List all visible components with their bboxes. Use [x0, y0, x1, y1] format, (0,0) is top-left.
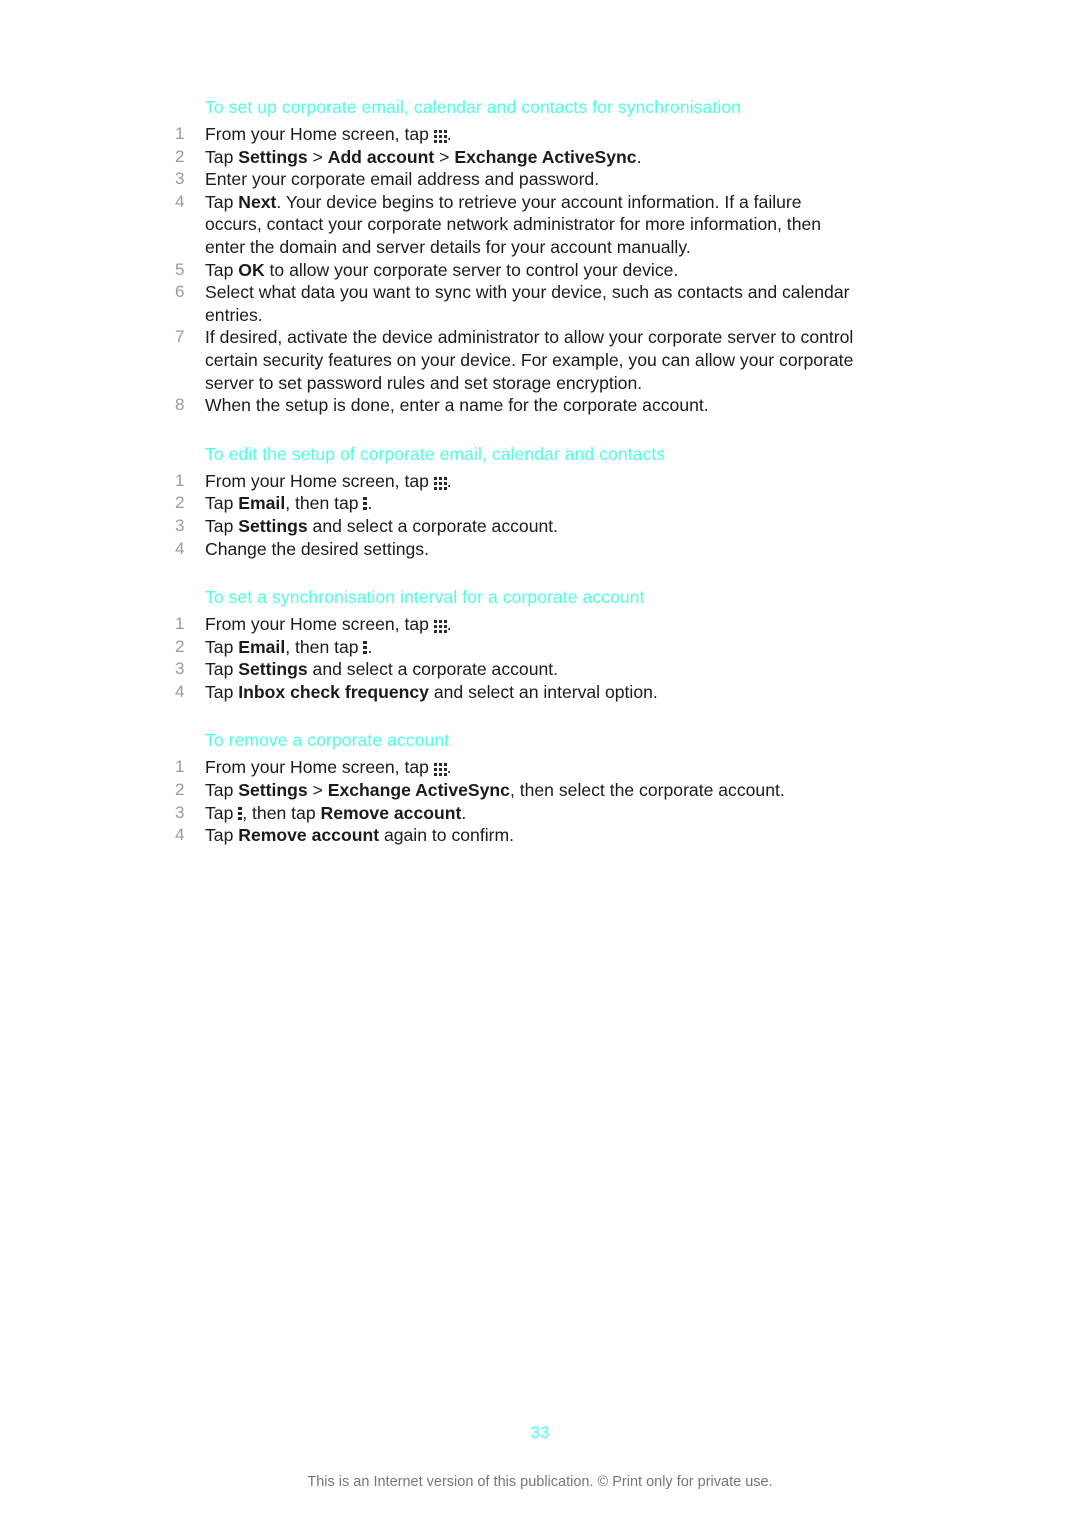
step-text: Tap: [205, 515, 239, 536]
step-item: Tap Email, then tap .: [175, 636, 855, 659]
step-text: >: [307, 780, 328, 801]
step-text: Tap: [205, 191, 239, 212]
step-text: . Your device begins to retrieve your ac…: [205, 191, 822, 257]
step-text: .: [367, 493, 373, 514]
step-text: Change the desired settings.: [205, 538, 429, 559]
instruction-section: To set up corporate email, calendar and …: [175, 96, 855, 417]
app-drawer-grid-icon: [433, 618, 447, 634]
step-text: , then tap: [285, 493, 364, 514]
instruction-section: To remove a corporate account From your H…: [175, 729, 855, 846]
step-text: , then select the corporate account.: [509, 780, 785, 801]
step-item: Tap Email, then tap .: [175, 492, 855, 515]
instruction-section: To set a synchronisation interval for a …: [175, 586, 855, 703]
step-text: Tap: [205, 780, 239, 801]
ui-element-name: Exchange ActiveSync: [454, 146, 637, 167]
step-item: From your Home screen, tap .: [175, 756, 855, 779]
ui-element-name: Settings: [238, 780, 308, 801]
step-item: Tap Next. Your device begins to retrieve…: [175, 191, 855, 259]
step-text: , then tap: [242, 802, 321, 823]
step-text: Tap: [205, 659, 239, 680]
page-content: To set up corporate email, calendar and …: [175, 96, 855, 847]
step-text: From your Home screen, tap: [205, 124, 434, 144]
ui-element-name: Add account: [327, 146, 435, 167]
instruction-section: To edit the setup of corporate email, ca…: [175, 443, 855, 560]
step-text: >: [434, 146, 455, 167]
step-item: When the setup is done, enter a name for…: [175, 394, 855, 417]
ui-element-name: Remove account: [320, 802, 462, 823]
step-text: Tap: [205, 259, 239, 280]
step-text: Tap: [205, 636, 239, 657]
ui-element-name: Settings: [238, 659, 308, 680]
step-text: .: [446, 614, 452, 635]
ui-element-name: Inbox check frequency: [238, 681, 429, 702]
overflow-menu-icon: [238, 806, 243, 820]
section-heading: To edit the setup of corporate email, ca…: [205, 443, 666, 464]
app-drawer-grid-icon: [433, 761, 447, 777]
step-text: >: [307, 146, 328, 167]
step-text: When the setup is done, enter a name for…: [205, 395, 709, 416]
ui-element-name: Exchange ActiveSync: [327, 780, 510, 801]
step-text: to allow your corporate server to contro…: [264, 259, 679, 280]
step-text: Enter your corporate email address and p…: [205, 169, 600, 190]
step-item: Enter your corporate email address and p…: [175, 168, 855, 191]
step-text: Tap: [205, 681, 239, 702]
step-item: Tap Inbox check frequency and select an …: [175, 681, 855, 704]
step-text: .: [446, 757, 452, 778]
ui-element-name: Settings: [238, 515, 308, 536]
step-text: From your Home screen, tap: [205, 470, 434, 491]
step-list: From your Home screen, tap . Tap Email, t…: [175, 613, 855, 703]
step-text: From your Home screen, tap: [205, 614, 434, 635]
step-text: Tap: [205, 493, 239, 514]
step-text: and select a corporate account.: [307, 515, 559, 536]
step-text: Tap: [205, 825, 239, 846]
section-heading: To remove a corporate account: [205, 730, 450, 751]
ui-element-name: Settings: [238, 146, 308, 167]
page-number: 33: [530, 1423, 550, 1442]
step-item: Tap , then tap Remove account.: [175, 802, 855, 825]
step-text: Tap: [205, 146, 239, 167]
step-item: From your Home screen, tap .: [175, 123, 855, 146]
step-text: , then tap: [285, 636, 364, 657]
ui-element-name: Remove account: [238, 825, 380, 846]
step-item: Tap OK to allow your corporate server to…: [175, 259, 855, 282]
overflow-menu-icon: [363, 640, 368, 654]
step-text: .: [636, 146, 642, 167]
ui-element-name: OK: [238, 259, 265, 280]
step-item: Tap Settings and select a corporate acco…: [175, 658, 855, 681]
step-item: Tap Settings and select a corporate acco…: [175, 515, 855, 538]
app-drawer-grid-icon: [433, 475, 447, 490]
step-list: From your Home screen, tap . Tap Email, t…: [175, 470, 855, 560]
step-text: .: [367, 636, 373, 657]
ui-element-name: Email: [238, 636, 286, 657]
app-drawer-grid-icon: [433, 128, 447, 143]
section-heading: To set a synchronisation interval for a …: [205, 587, 645, 608]
step-list: From your Home screen, tap . Tap Settings…: [175, 756, 855, 846]
section-heading: To set up corporate email, calendar and …: [205, 97, 741, 117]
step-text: and select an interval option.: [428, 681, 658, 702]
step-text: .: [461, 802, 467, 823]
step-item: Select what data you want to sync with y…: [175, 281, 855, 326]
step-item: Tap Settings > Exchange ActiveSync, then…: [175, 779, 855, 802]
step-text: and select a corporate account.: [307, 659, 559, 680]
step-text: .: [446, 470, 452, 491]
step-text: again to confirm.: [379, 825, 515, 846]
step-item: Tap Remove account again to confirm.: [175, 824, 855, 847]
step-text: Select what data you want to sync with y…: [205, 282, 850, 325]
step-item: Tap Settings > Add account > Exchange Ac…: [175, 146, 855, 169]
step-item: From your Home screen, tap .: [175, 470, 855, 493]
step-text: From your Home screen, tap: [205, 757, 434, 778]
step-text: If desired, activate the device administ…: [205, 327, 854, 393]
step-item: From your Home screen, tap .: [175, 613, 855, 636]
ui-element-name: Next: [238, 191, 277, 212]
step-list: From your Home screen, tap . Tap Settings…: [175, 123, 855, 417]
ui-element-name: Email: [238, 493, 286, 514]
step-item: If desired, activate the device administ…: [175, 326, 855, 394]
footer-disclaimer: This is an Internet version of this publ…: [307, 1474, 773, 1490]
step-text: .: [446, 124, 452, 144]
manual-page: To set up corporate email, calendar and …: [0, 0, 1080, 1527]
step-text: Tap: [205, 802, 239, 823]
overflow-menu-icon: [363, 496, 368, 511]
step-item: Change the desired settings.: [175, 538, 855, 561]
